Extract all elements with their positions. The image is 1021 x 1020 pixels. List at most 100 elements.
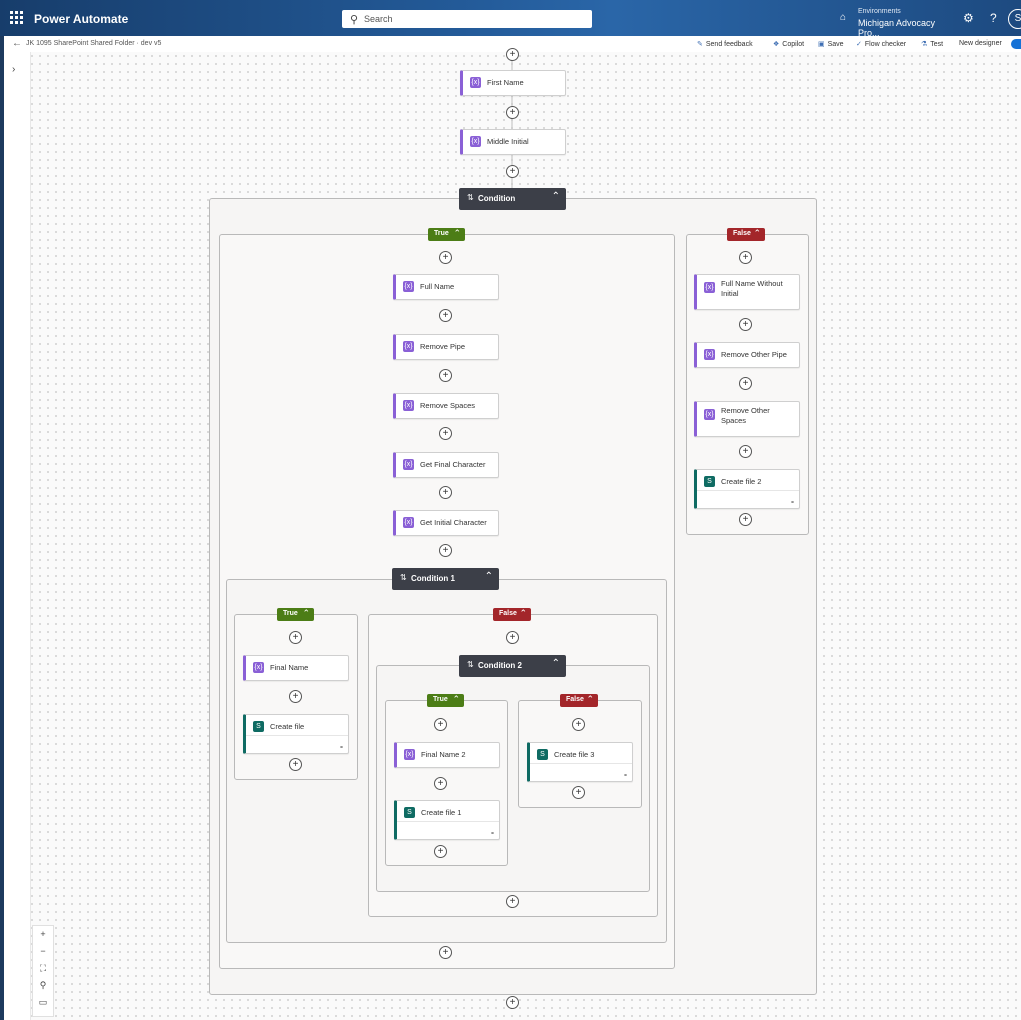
collapse-chevron-icon[interactable]: ⌃	[519, 608, 527, 619]
add-step-button[interactable]: +	[739, 377, 752, 390]
action-full-name[interactable]: {x} Full Name	[393, 274, 499, 300]
add-step-button[interactable]: +	[506, 631, 519, 644]
data-operation-icon: {x}	[704, 349, 715, 360]
collapse-chevron-icon[interactable]: ⌃	[552, 191, 560, 202]
collapse-chevron-icon[interactable]: ⌃	[552, 658, 560, 669]
action-remove-other-spaces[interactable]: {x} Remove Other Spaces	[694, 401, 800, 437]
add-step-button[interactable]: +	[289, 758, 302, 771]
branch-label: True	[283, 610, 298, 617]
action-create-file-1[interactable]: S Create file 1 ⚭	[394, 800, 500, 840]
action-get-initial-character[interactable]: {x} Get Initial Character	[393, 510, 499, 536]
fit-view-button[interactable]: ⛶	[33, 960, 53, 977]
add-step-button[interactable]: +	[506, 106, 519, 119]
divider	[697, 490, 799, 491]
collapse-chevron-icon[interactable]: ⌃	[586, 694, 594, 705]
collapse-chevron-icon[interactable]: ⌃	[753, 228, 761, 239]
add-step-button[interactable]: +	[439, 427, 452, 440]
add-step-button[interactable]: +	[434, 718, 447, 731]
add-step-button[interactable]: +	[739, 513, 752, 526]
data-operation-icon: {x}	[470, 136, 481, 147]
connection-icon: ⚭	[789, 500, 795, 506]
action-label: Remove Other Spaces	[721, 406, 770, 425]
action-label: Full Name Without Initial	[721, 279, 783, 298]
branch-false-pill[interactable]: False ⌃	[560, 694, 598, 707]
add-step-button[interactable]: +	[289, 690, 302, 703]
add-step-button[interactable]: +	[439, 946, 452, 959]
add-step-button[interactable]: +	[506, 165, 519, 178]
action-label: Create file	[270, 722, 305, 731]
action-create-file[interactable]: S Create file ⚭	[243, 714, 349, 754]
data-operation-icon: {x}	[253, 662, 264, 673]
add-step-button[interactable]: +	[439, 486, 452, 499]
condition-label: Condition	[478, 194, 516, 203]
action-remove-spaces[interactable]: {x} Remove Spaces	[393, 393, 499, 419]
action-label: Create file 3	[554, 750, 595, 759]
collapse-chevron-icon[interactable]: ⌃	[452, 694, 460, 705]
minimap-icon[interactable]: ▭	[33, 994, 53, 1011]
action-final-name[interactable]: {x} Final Name	[243, 655, 349, 681]
data-operation-icon: {x}	[403, 341, 414, 352]
condition-icon: ⇅	[400, 573, 407, 582]
branch-true-pill[interactable]: True ⌃	[427, 694, 464, 707]
add-step-button[interactable]: +	[739, 445, 752, 458]
search-canvas-icon[interactable]: ⚲	[33, 977, 53, 994]
condition-label: Condition 1	[411, 574, 455, 583]
action-full-name-without-initial[interactable]: {x} Full Name Without Initial	[694, 274, 800, 310]
data-operation-icon: {x}	[704, 282, 715, 293]
branch-label: False	[566, 696, 584, 703]
action-remove-other-pipe[interactable]: {x} Remove Other Pipe	[694, 342, 800, 368]
sharepoint-icon: S	[537, 749, 548, 760]
sharepoint-icon: S	[404, 807, 415, 818]
add-step-button[interactable]: +	[506, 895, 519, 908]
branch-label: False	[733, 230, 751, 237]
condition-icon: ⇅	[467, 660, 474, 669]
action-label: Full Name	[420, 282, 455, 291]
divider	[530, 763, 632, 764]
add-step-button[interactable]: +	[289, 631, 302, 644]
add-step-button[interactable]: +	[506, 996, 519, 1009]
data-operation-icon: {x}	[404, 749, 415, 760]
action-label: Remove Spaces	[420, 401, 476, 410]
action-create-file-2[interactable]: S Create file 2 ⚭	[694, 469, 800, 509]
action-label: Get Initial Character	[420, 518, 487, 527]
collapse-chevron-icon[interactable]: ⌃	[485, 571, 493, 582]
add-step-button[interactable]: +	[572, 718, 585, 731]
data-operation-icon: {x}	[704, 409, 715, 420]
collapse-chevron-icon[interactable]: ⌃	[302, 608, 310, 619]
add-step-button[interactable]: +	[506, 48, 519, 61]
add-step-button[interactable]: +	[439, 544, 452, 557]
branch-true-pill[interactable]: True ⌃	[277, 608, 314, 621]
action-first-name[interactable]: {x} First Name	[460, 70, 566, 96]
condition-1-header[interactable]: ⇅ Condition 1 ⌃	[392, 568, 499, 590]
add-step-button[interactable]: +	[439, 309, 452, 322]
data-operation-icon: {x}	[403, 517, 414, 528]
branch-true-pill[interactable]: True ⌃	[428, 228, 465, 241]
add-step-button[interactable]: +	[434, 777, 447, 790]
add-step-button[interactable]: +	[434, 845, 447, 858]
action-final-name-2[interactable]: {x} Final Name 2	[394, 742, 500, 768]
sharepoint-icon: S	[704, 476, 715, 487]
condition-header[interactable]: ⇅ Condition ⌃	[459, 188, 566, 210]
branch-label: True	[434, 230, 449, 237]
add-step-button[interactable]: +	[739, 251, 752, 264]
action-middle-initial[interactable]: {x} Middle Initial	[460, 129, 566, 155]
zoom-out-button[interactable]: −	[33, 943, 53, 960]
zoom-controls: + − ⛶ ⚲ ▭	[32, 925, 54, 1017]
branch-false-pill[interactable]: False ⌃	[493, 608, 531, 621]
connection-icon: ⚭	[622, 773, 628, 779]
collapse-chevron-icon[interactable]: ⌃	[453, 228, 461, 239]
action-create-file-3[interactable]: S Create file 3 ⚭	[527, 742, 633, 782]
expand-panel-icon[interactable]: ›	[12, 64, 15, 75]
action-get-final-character[interactable]: {x} Get Final Character	[393, 452, 499, 478]
left-rail: ›	[4, 52, 31, 1020]
condition-2-header[interactable]: ⇅ Condition 2 ⌃	[459, 655, 566, 677]
add-step-button[interactable]: +	[739, 318, 752, 331]
zoom-in-button[interactable]: +	[33, 926, 53, 943]
data-operation-icon: {x}	[470, 77, 481, 88]
action-remove-pipe[interactable]: {x} Remove Pipe	[393, 334, 499, 360]
connection-icon: ⚭	[489, 831, 495, 837]
branch-false-pill[interactable]: False ⌃	[727, 228, 765, 241]
add-step-button[interactable]: +	[439, 369, 452, 382]
add-step-button[interactable]: +	[439, 251, 452, 264]
add-step-button[interactable]: +	[572, 786, 585, 799]
